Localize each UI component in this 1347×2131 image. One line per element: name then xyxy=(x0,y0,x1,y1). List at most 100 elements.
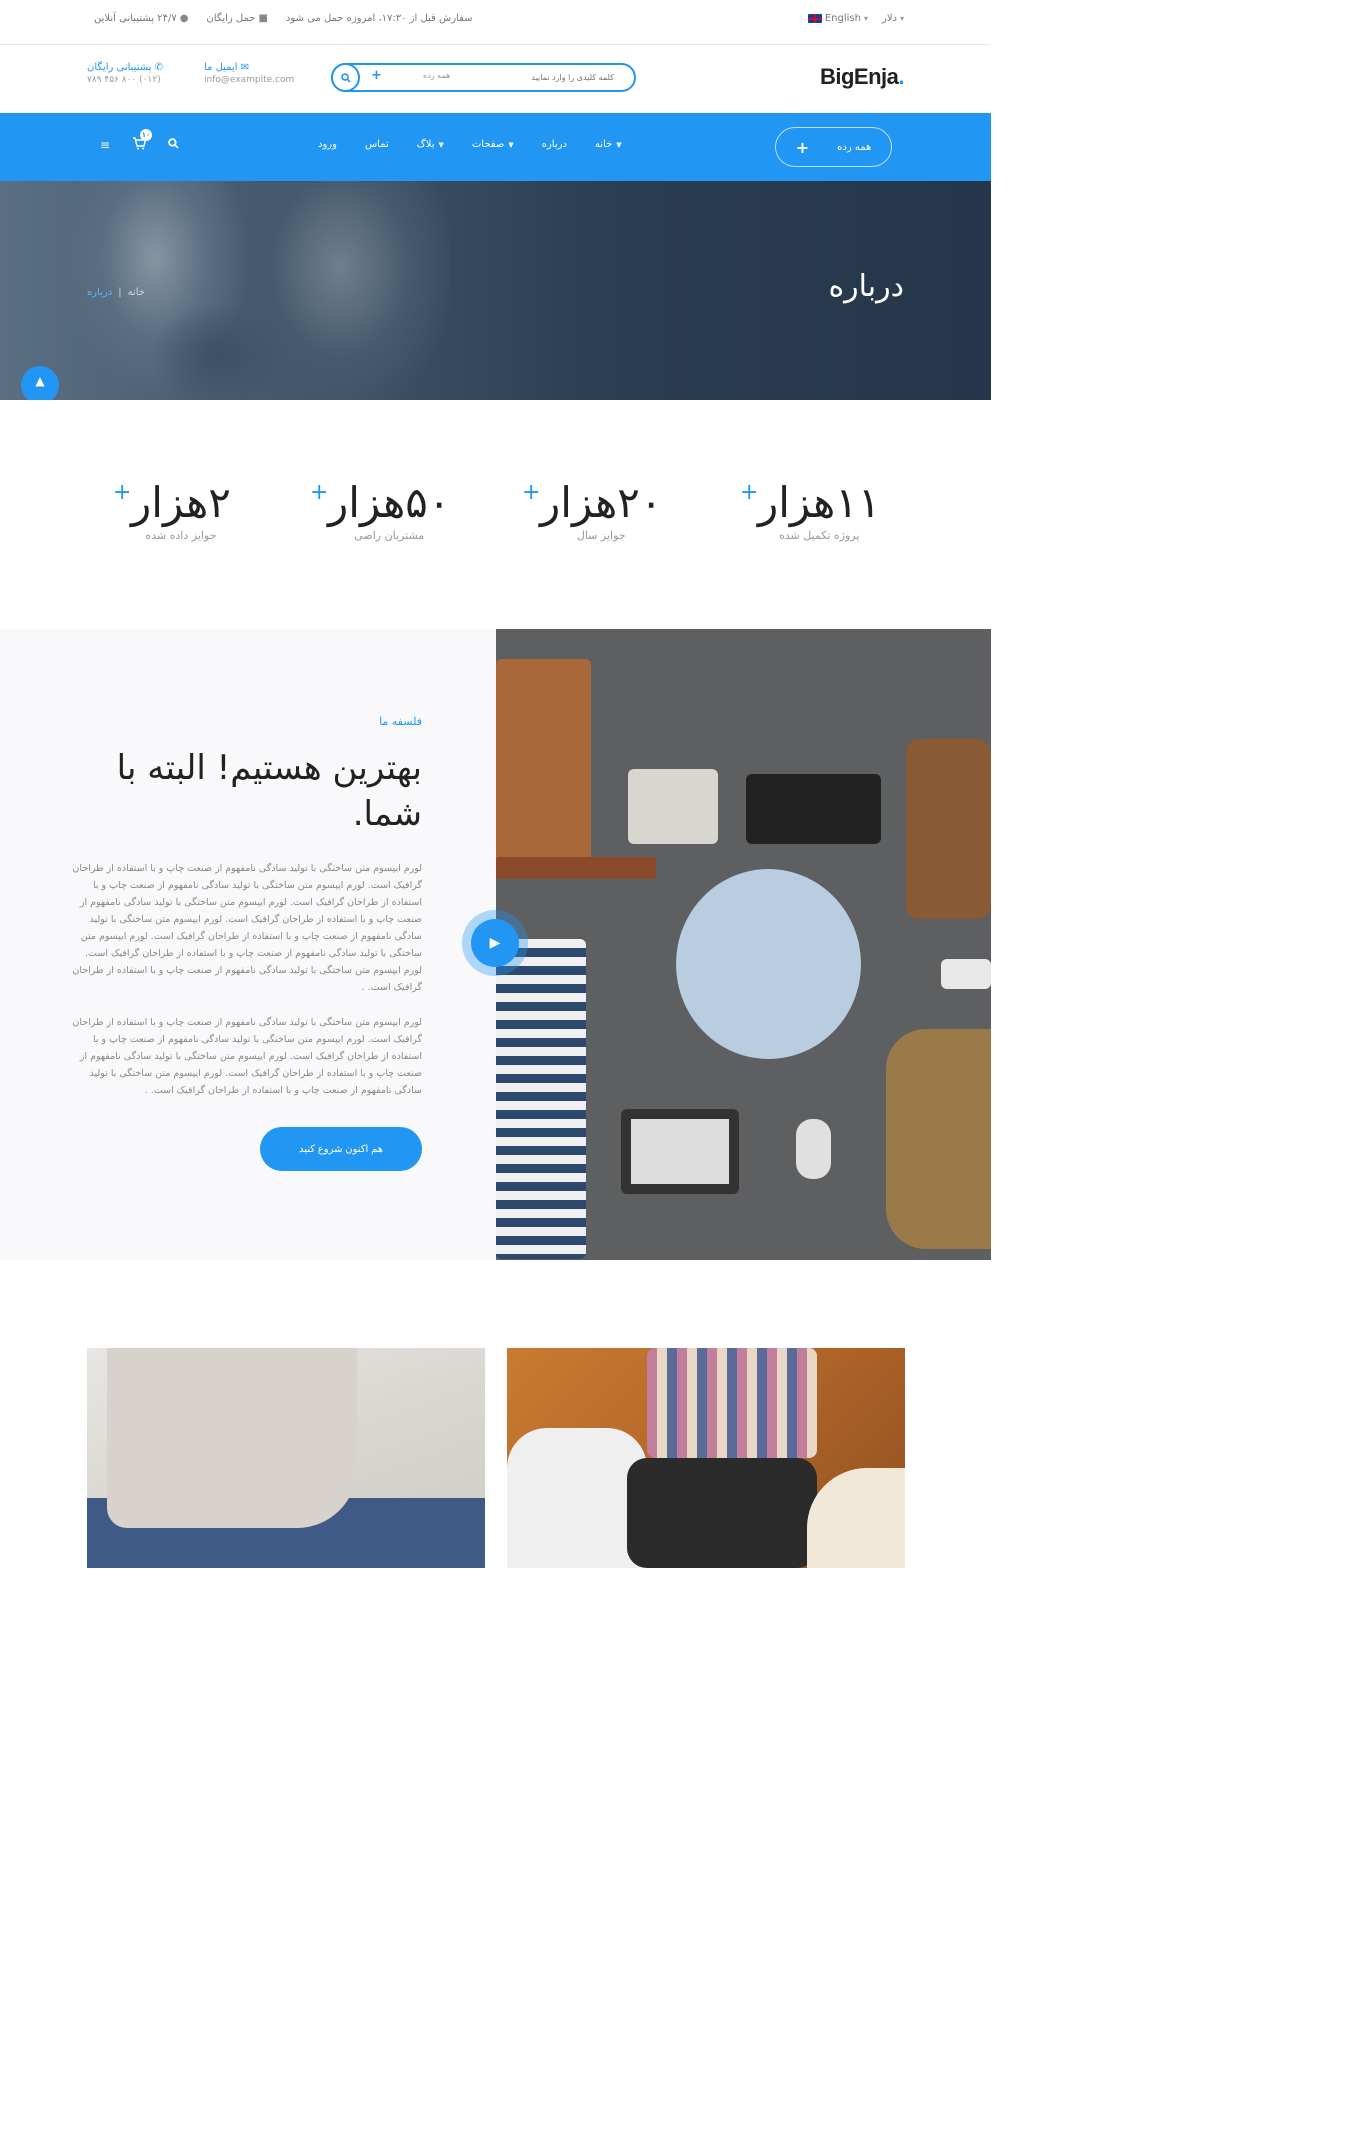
main-nav: + همه رده خانه ▼ درباره صفحات ▼ بلاگ ▼ تماس… xyxy=(0,113,991,181)
free-shipping-label: حمل رایگان xyxy=(206,13,256,24)
start-now-button[interactable]: هم اکنون شروع کنید xyxy=(260,1127,422,1171)
support-label: ۲۴/۷ پشتیبانی آنلاین xyxy=(94,13,177,24)
hero-photo-shadow xyxy=(150,301,290,400)
breadcrumb-current: درباره xyxy=(87,287,113,298)
breadcrumb-separator: | xyxy=(118,287,122,298)
plus-icon: + xyxy=(310,480,329,505)
stat-value: ۵۰هزار xyxy=(328,478,451,527)
stat-label: مشتریان راضی xyxy=(354,529,425,542)
breadcrumb: خانه | درباره xyxy=(87,287,145,298)
nav-icons: ≡ ۱۰ xyxy=(100,129,179,153)
order-note: سفارش قبل از ۱۷:۳۰، امروزه حمل می شود xyxy=(285,13,473,24)
rocket-icon[interactable]: ▲ xyxy=(21,366,59,400)
stat-label: جوایز داده شده xyxy=(145,529,217,542)
search-input[interactable] xyxy=(484,69,614,86)
nav-item-about[interactable]: درباره xyxy=(542,139,567,150)
all-categories-button[interactable]: + همه رده xyxy=(775,127,892,167)
stat-annual-awards: + ۲۰هزار جوایز سال xyxy=(522,478,663,542)
plus-icon: + xyxy=(522,480,541,505)
plus-icon[interactable]: + xyxy=(371,68,382,83)
nav-label: خانه xyxy=(594,139,613,150)
currency-label: دلار xyxy=(881,13,897,24)
stat-value: ۱۱هزار xyxy=(758,478,881,527)
stat-label: پروژه تکمیل شده xyxy=(778,529,860,542)
watch-shape xyxy=(796,1119,831,1179)
email-value[interactable]: info@examplte.com xyxy=(204,75,294,85)
fabric-shape xyxy=(647,1348,817,1458)
section-title: بهترین هستیم! البته با شما. xyxy=(116,748,422,834)
top-bar: English ▾ دلار ▾ سفارش قبل از ۱۷:۳۰، امر… xyxy=(0,0,991,45)
stat-given-awards: + ۲هزار جوایز داده شده xyxy=(113,478,231,542)
breadcrumb-home[interactable]: خانه xyxy=(128,287,145,298)
top-bar-right: English ▾ دلار ▾ xyxy=(804,13,904,24)
nav-label: صفحات xyxy=(471,139,505,150)
belt-shape xyxy=(496,857,656,879)
logo[interactable]: BigEnja. xyxy=(820,64,905,90)
currency-selector[interactable]: دلار ▾ xyxy=(882,13,904,24)
caret-down-icon: ▼ xyxy=(616,140,622,149)
search-toggle[interactable] xyxy=(168,138,179,152)
plus-icon: + xyxy=(740,480,759,505)
hat-shape xyxy=(807,1468,905,1568)
uk-flag-icon xyxy=(807,14,822,23)
phone-shape xyxy=(746,774,881,844)
search-category-select[interactable]: همه رده xyxy=(423,71,450,80)
shoes-shape xyxy=(886,1029,991,1249)
nav-item-login[interactable]: ورود xyxy=(318,139,337,150)
camera-shape xyxy=(621,1109,739,1194)
play-icon: ▶ xyxy=(471,919,519,967)
paragraph-2: لورم ایپسوم متن ساختگی با تولید سادگی نا… xyxy=(72,1017,422,1096)
clothes-pile-shape xyxy=(627,1458,817,1568)
search-bar: همه رده + xyxy=(331,63,636,92)
pouch-shape xyxy=(628,769,718,844)
scarf-shape xyxy=(676,869,861,1059)
envelope-icon: ✉ xyxy=(240,62,250,73)
online-support: ●۲۴/۷ پشتیبانی آنلاین xyxy=(94,13,188,24)
phone-title: پشتیبانی رایگان xyxy=(87,62,152,73)
cart-count-badge: ۱۰ xyxy=(140,129,153,141)
stat-value: ۲هزار xyxy=(131,478,231,527)
paragraph-1: لورم ایپسوم متن ساختگی با تولید سادگی نا… xyxy=(72,863,422,993)
sneaker-shape xyxy=(507,1428,647,1568)
caret-down-icon: ▼ xyxy=(508,140,514,149)
play-video-button[interactable]: ▶ xyxy=(462,910,528,976)
phone-title-row: ✆ پشتیبانی رایگان xyxy=(87,62,163,73)
all-categories-label: همه رده xyxy=(837,141,872,153)
logo-dot: . xyxy=(898,64,904,89)
top-bar-left: سفارش قبل از ۱۷:۳۰، امروزه حمل می شود ■ح… xyxy=(94,13,473,24)
chevron-down-icon: ▾ xyxy=(863,14,868,23)
email-title-row: ✉ ایمیل ما xyxy=(204,62,294,73)
search-icon xyxy=(340,72,351,83)
stat-value: ۲۰هزار xyxy=(540,478,663,527)
caret-down-icon: ▼ xyxy=(438,140,444,149)
clock-icon: ● xyxy=(179,13,189,24)
search-button[interactable] xyxy=(331,63,360,92)
menu-icon[interactable]: ≡ xyxy=(100,138,110,152)
plus-icon: + xyxy=(113,480,132,505)
page-hero: درباره خانه | درباره ▲ xyxy=(0,181,991,400)
cart-button[interactable]: ۱۰ xyxy=(132,129,153,153)
nav-label: درباره xyxy=(541,139,567,150)
nav-item-contact[interactable]: تماس xyxy=(365,139,389,150)
philosophy-image xyxy=(496,629,991,1260)
nav-item-home[interactable]: خانه ▼ xyxy=(595,139,622,150)
nav-item-blog[interactable]: بلاگ ▼ xyxy=(417,139,444,150)
stat-label: جوایز سال xyxy=(576,529,626,542)
phone-value[interactable]: (۰۱۲) ۸۰۰ ۴۵۶ ۷۸۹ xyxy=(87,75,163,85)
contact-email: ✉ ایمیل ما info@examplte.com xyxy=(204,62,294,85)
language-selector[interactable]: English ▾ xyxy=(804,13,868,24)
bag-shape xyxy=(906,739,991,919)
sweater-shape xyxy=(107,1348,357,1528)
gallery-image-sweater xyxy=(87,1348,485,1568)
header: BigEnja. همه رده + ✉ ایمیل ما info@examp… xyxy=(0,46,991,113)
page-title: درباره xyxy=(828,269,904,304)
chevron-down-icon: ▾ xyxy=(899,14,904,23)
plus-icon: + xyxy=(795,137,810,157)
sunglasses-shape xyxy=(941,959,991,989)
stat-projects: + ۱۱هزار پروژه تکمیل شده xyxy=(740,478,881,542)
contact-phone: ✆ پشتیبانی رایگان (۰۱۲) ۸۰۰ ۴۵۶ ۷۸۹ xyxy=(87,62,163,85)
language-label: English xyxy=(824,13,861,24)
nav-label: ورود xyxy=(318,139,337,150)
nav-item-pages[interactable]: صفحات ▼ xyxy=(472,139,514,150)
gallery-image-clothes xyxy=(507,1348,905,1568)
